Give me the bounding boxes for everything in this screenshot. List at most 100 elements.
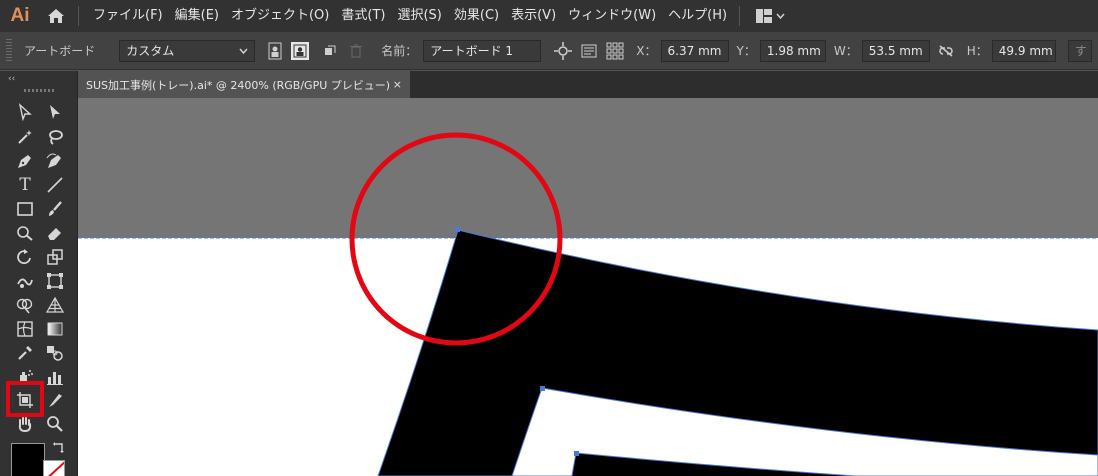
menu-view[interactable]: 表示(V) bbox=[505, 0, 562, 32]
swap-fill-stroke-icon[interactable] bbox=[52, 441, 66, 455]
reference-point-icon bbox=[606, 42, 624, 59]
rotate-icon bbox=[17, 249, 31, 265]
stroke-color-swatch[interactable] bbox=[43, 460, 65, 476]
perspective-grid-icon bbox=[46, 296, 64, 313]
fill-color-swatch[interactable] bbox=[11, 443, 45, 476]
chevron-down-icon bbox=[776, 13, 785, 19]
menu-divider bbox=[739, 6, 741, 26]
menu-select[interactable]: 選択(S) bbox=[391, 0, 447, 32]
close-icon[interactable]: × bbox=[393, 78, 402, 91]
h-input[interactable]: 49.9 mm bbox=[991, 39, 1056, 62]
column-graph-icon bbox=[47, 372, 63, 385]
warp-tool[interactable] bbox=[12, 270, 38, 292]
mesh-tool[interactable] bbox=[12, 318, 38, 340]
tools-grip[interactable] bbox=[23, 89, 54, 92]
perspective-grid-tool[interactable] bbox=[42, 294, 68, 316]
shaper-tool[interactable] bbox=[12, 222, 38, 244]
tools-panel: ‹‹ T bbox=[0, 71, 78, 476]
no-stroke-icon bbox=[48, 461, 64, 476]
new-artboard-button[interactable] bbox=[320, 41, 340, 61]
home-icon bbox=[48, 9, 64, 23]
anchor-point[interactable] bbox=[574, 451, 579, 456]
workspace-layout-icon bbox=[756, 9, 773, 23]
pen-nib-icon bbox=[18, 155, 31, 168]
type-tool[interactable]: T bbox=[12, 174, 38, 196]
document-tab-title: SUS加工事例(トレー).ai* @ 2400% (RGB/GPU プレビュー) bbox=[86, 78, 391, 92]
lasso-icon bbox=[49, 130, 63, 145]
mesh-icon bbox=[17, 321, 33, 337]
blend-icon bbox=[47, 346, 63, 361]
direct-selection-tool[interactable] bbox=[42, 101, 68, 123]
trash-icon bbox=[350, 44, 362, 57]
anchor-point[interactable] bbox=[455, 227, 460, 232]
shaper-icon bbox=[17, 226, 33, 241]
panel-grip[interactable] bbox=[6, 38, 12, 63]
artboard-label: アートボード bbox=[24, 44, 96, 58]
document-canvas[interactable] bbox=[78, 98, 1098, 476]
preset-value: カスタム bbox=[126, 44, 175, 58]
eraser-icon bbox=[48, 228, 61, 240]
selection-arrow-icon bbox=[18, 103, 32, 121]
slice-tool[interactable] bbox=[42, 389, 68, 411]
free-transform-icon bbox=[47, 273, 63, 289]
reference-point-button[interactable] bbox=[605, 41, 625, 61]
menu-file[interactable]: ファイル(F) bbox=[87, 0, 169, 32]
menu-object[interactable]: オブジェクト(O) bbox=[225, 0, 335, 32]
menu-window[interactable]: ウィンドウ(W) bbox=[562, 0, 662, 32]
home-button[interactable] bbox=[40, 0, 72, 32]
pen-tool[interactable] bbox=[12, 150, 38, 172]
anchor-point[interactable] bbox=[540, 386, 545, 391]
artboard-name-input[interactable]: アートボード 1 bbox=[423, 39, 542, 62]
w-label: W： bbox=[833, 44, 858, 58]
eraser-tool[interactable] bbox=[42, 222, 68, 244]
gradient-tool[interactable] bbox=[42, 318, 68, 340]
rectangle-icon bbox=[17, 202, 33, 216]
constrain-proportions-button[interactable] bbox=[936, 41, 956, 61]
artboard-options-button[interactable] bbox=[579, 41, 599, 61]
line-segment-tool[interactable] bbox=[42, 174, 68, 196]
move-with-artboard-button[interactable] bbox=[553, 41, 573, 61]
direct-selection-arrow-icon bbox=[50, 105, 60, 119]
lasso-tool[interactable] bbox=[42, 126, 68, 148]
blend-tool[interactable] bbox=[42, 342, 68, 364]
rectangle-tool[interactable] bbox=[12, 198, 38, 220]
workspace-switcher[interactable] bbox=[752, 9, 789, 23]
eyedropper-icon bbox=[18, 346, 32, 360]
line-segment-icon bbox=[47, 177, 63, 193]
menu-divider bbox=[78, 6, 79, 26]
landscape-button[interactable] bbox=[291, 41, 310, 60]
tools-collapse-button[interactable]: ‹‹ bbox=[0, 71, 77, 87]
overflow-button[interactable]: す bbox=[1067, 39, 1092, 62]
magic-wand-tool[interactable] bbox=[12, 126, 38, 148]
scale-tool[interactable] bbox=[42, 246, 68, 268]
portrait-button[interactable] bbox=[265, 41, 285, 61]
new-artboard-icon bbox=[325, 45, 336, 55]
w-input[interactable]: 53.5 mm bbox=[861, 39, 930, 62]
menu-type[interactable]: 書式(T) bbox=[335, 0, 391, 32]
selection-tool[interactable] bbox=[12, 101, 38, 123]
free-transform-tool[interactable] bbox=[42, 270, 68, 292]
x-input[interactable]: 6.37 mm bbox=[660, 39, 729, 62]
eyedropper-tool[interactable] bbox=[12, 342, 38, 364]
y-input[interactable]: 1.98 mm bbox=[759, 39, 826, 62]
paintbrush-tool[interactable] bbox=[42, 198, 68, 220]
column-graph-tool[interactable] bbox=[42, 366, 68, 388]
shape-builder-tool[interactable] bbox=[12, 294, 38, 316]
delete-artboard-button[interactable] bbox=[346, 41, 366, 61]
name-label: 名前： bbox=[381, 44, 418, 58]
warp-icon bbox=[17, 278, 33, 288]
artboard-options-icon bbox=[581, 44, 597, 57]
menu-effect[interactable]: 効果(C) bbox=[448, 0, 505, 32]
menu-help[interactable]: ヘルプ(H) bbox=[662, 0, 733, 32]
y-label: Y： bbox=[736, 44, 756, 58]
magnifier-icon bbox=[47, 416, 63, 432]
shape-builder-icon bbox=[16, 298, 33, 314]
menu-edit[interactable]: 編集(E) bbox=[169, 0, 225, 32]
rotate-tool[interactable] bbox=[12, 246, 38, 268]
slice-knife-icon bbox=[49, 394, 62, 407]
zoom-tool[interactable] bbox=[42, 413, 68, 435]
artboard-preset-select[interactable]: カスタム bbox=[119, 39, 256, 62]
curvature-tool[interactable] bbox=[42, 150, 68, 172]
canvas-artwork bbox=[78, 98, 1098, 476]
document-tab[interactable]: SUS加工事例(トレー).ai* @ 2400% (RGB/GPU プレビュー)… bbox=[78, 71, 410, 98]
